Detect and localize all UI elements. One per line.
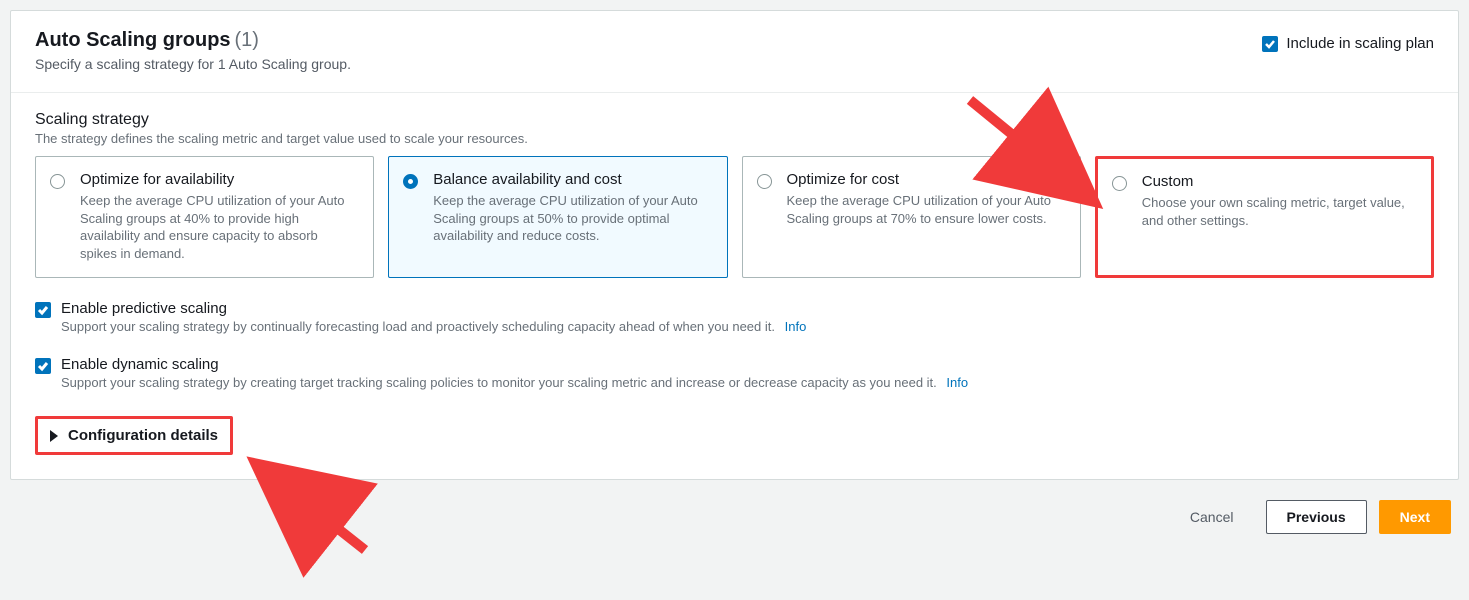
check-icon [37, 304, 49, 316]
predictive-label: Enable predictive scaling [61, 300, 806, 317]
auto-scaling-groups-panel: Auto Scaling groups (1) Specify a scalin… [10, 10, 1459, 480]
predictive-info-link[interactable]: Info [785, 319, 807, 334]
strategy-label: Scaling strategy [35, 111, 1434, 129]
wizard-footer: Cancel Previous Next [10, 480, 1459, 534]
dynamic-info-link[interactable]: Info [946, 375, 968, 390]
card-desc: Keep the average CPU utilization of your… [433, 192, 710, 245]
group-count: (1) [234, 29, 258, 51]
check-icon [37, 360, 49, 372]
card-title: Optimize for cost [787, 171, 1064, 188]
card-title: Custom [1142, 173, 1415, 190]
card-optimize-availability[interactable]: Optimize for availability Keep the avera… [35, 156, 374, 278]
card-optimize-cost[interactable]: Optimize for cost Keep the average CPU u… [742, 156, 1081, 278]
predictive-desc-text: Support your scaling strategy by continu… [61, 319, 775, 334]
card-title: Optimize for availability [80, 171, 357, 188]
card-custom[interactable]: Custom Choose your own scaling metric, t… [1095, 156, 1434, 278]
page-title: Auto Scaling groups [35, 29, 231, 51]
check-icon [1264, 38, 1276, 50]
card-title: Balance availability and cost [433, 171, 710, 188]
dynamic-desc: Support your scaling strategy by creatin… [61, 375, 968, 390]
cancel-button[interactable]: Cancel [1170, 501, 1254, 533]
radio-icon [50, 174, 65, 189]
panel-header: Auto Scaling groups (1) Specify a scalin… [11, 11, 1458, 93]
card-desc: Keep the average CPU utilization of your… [787, 192, 1064, 227]
radio-icon [757, 174, 772, 189]
dynamic-label: Enable dynamic scaling [61, 356, 968, 373]
predictive-desc: Support your scaling strategy by continu… [61, 319, 806, 334]
card-desc: Keep the average CPU utilization of your… [80, 192, 357, 262]
dynamic-desc-text: Support your scaling strategy by creatin… [61, 375, 937, 390]
predictive-scaling-row: Enable predictive scaling Support your s… [35, 300, 1434, 334]
predictive-checkbox[interactable] [35, 302, 51, 318]
include-in-plan-checkbox[interactable]: Include in scaling plan [1262, 29, 1434, 52]
dynamic-scaling-row: Enable dynamic scaling Support your scal… [35, 356, 1434, 390]
caret-right-icon [50, 430, 58, 442]
panel-body: Scaling strategy The strategy defines th… [11, 93, 1458, 479]
include-label: Include in scaling plan [1286, 35, 1434, 52]
card-desc: Choose your own scaling metric, target v… [1142, 194, 1415, 229]
card-balance[interactable]: Balance availability and cost Keep the a… [388, 156, 727, 278]
dynamic-checkbox[interactable] [35, 358, 51, 374]
previous-button[interactable]: Previous [1266, 500, 1367, 534]
page-subtitle: Specify a scaling strategy for 1 Auto Sc… [35, 56, 351, 72]
configuration-details-toggle[interactable]: Configuration details [35, 416, 233, 455]
title-block: Auto Scaling groups (1) Specify a scalin… [35, 29, 351, 72]
strategy-desc: The strategy defines the scaling metric … [35, 131, 1434, 146]
config-details-label: Configuration details [68, 427, 218, 444]
radio-icon [403, 174, 418, 189]
strategy-cards: Optimize for availability Keep the avera… [35, 156, 1434, 278]
radio-icon [1112, 176, 1127, 191]
next-button[interactable]: Next [1379, 500, 1451, 534]
